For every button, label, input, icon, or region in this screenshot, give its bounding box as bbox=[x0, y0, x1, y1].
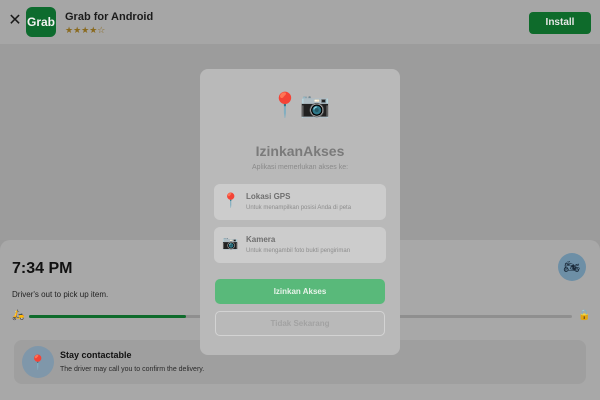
dialog-title: IzinkanAkses bbox=[255, 143, 345, 159]
scooter-icon: 🛵 bbox=[12, 310, 25, 321]
app-install-banner: ✕ Grab Grab for Android ★★★★☆ Install bbox=[0, 0, 600, 44]
location-pin-icon: 📍 bbox=[270, 92, 300, 119]
lock-icon: 🔒 bbox=[578, 310, 591, 321]
permission-title: Kamera bbox=[246, 235, 276, 244]
trip-progress-fill bbox=[29, 315, 187, 318]
camera-icon: 📷 bbox=[222, 235, 239, 250]
driver-status: Driver's out to pick up item. bbox=[12, 290, 109, 299]
location-pin-icon: 📍 bbox=[222, 192, 240, 208]
allow-access-button[interactable]: Izinkan Akses bbox=[215, 279, 385, 304]
permission-item-camera: 📷 Kamera Untuk mengambil foto bukti peng… bbox=[214, 227, 386, 263]
permission-dialog: 📍📷 IzinkanAkses Aplikasi memerlukan akse… bbox=[200, 69, 400, 355]
close-icon[interactable]: ✕ bbox=[8, 13, 22, 29]
rating-stars: ★★★★☆ bbox=[65, 25, 106, 35]
permission-description: Untuk menampilkan posisi Anda di peta bbox=[246, 205, 352, 211]
dialog-illustration: 📍📷 bbox=[200, 91, 400, 121]
motorcycle-icon: 🏍 bbox=[558, 253, 586, 281]
not-now-button[interactable]: Tidak Sekarang bbox=[215, 311, 385, 336]
permission-title: Lokasi GPS bbox=[246, 192, 291, 201]
app-logo: Grab bbox=[26, 7, 56, 37]
app-title: Grab for Android bbox=[65, 11, 154, 23]
install-button[interactable]: Install bbox=[529, 12, 591, 34]
contact-title: Stay contactable bbox=[60, 350, 132, 360]
permission-item-gps: 📍 Lokasi GPS Untuk menampilkan posisi An… bbox=[214, 184, 386, 220]
contact-subtitle: The driver may call you to confirm the d… bbox=[60, 366, 205, 373]
eta-time: 7:34 PM bbox=[12, 260, 73, 277]
contact-location-icon: 📍 bbox=[22, 346, 54, 378]
permission-description: Untuk mengambil foto bukti pengiriman bbox=[246, 248, 351, 254]
dialog-subtitle: Aplikasi memerlukan akses ke: bbox=[251, 164, 349, 171]
camera-icon: 📷 bbox=[300, 92, 330, 119]
